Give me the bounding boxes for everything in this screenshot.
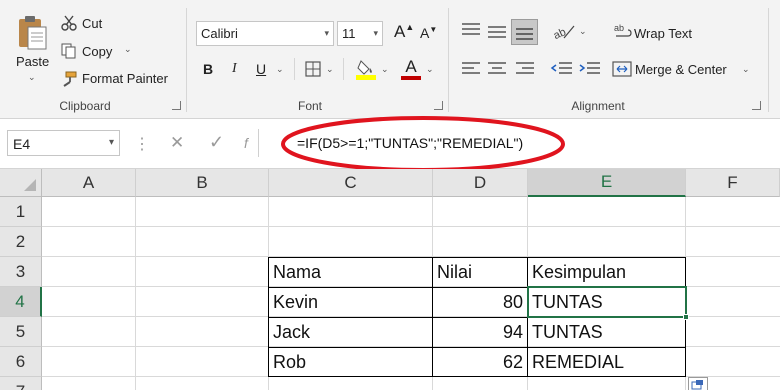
active-cell-selection[interactable] <box>527 286 687 318</box>
cell-e3[interactable]: Kesimpulan <box>528 258 685 287</box>
worksheet-grid[interactable]: A B C D E F 1 2 3 4 5 6 7 Nama Nilai Kes… <box>0 169 780 390</box>
column-header-d[interactable]: D <box>433 169 528 197</box>
column-header-f[interactable]: F <box>686 169 780 197</box>
row-header-3[interactable]: 3 <box>0 257 42 287</box>
row-header-6[interactable]: 6 <box>0 347 42 377</box>
fill-handle[interactable] <box>683 314 689 320</box>
row-header-1[interactable]: 1 <box>0 197 42 227</box>
column-header-b[interactable]: B <box>136 169 269 197</box>
quick-analysis-icon[interactable] <box>688 377 708 390</box>
gridline <box>42 226 780 227</box>
cell-d6[interactable]: 62 <box>433 348 527 376</box>
cell-e6[interactable]: REMEDIAL <box>528 348 685 376</box>
cell-c3[interactable]: Nama <box>269 258 432 287</box>
cell-d4[interactable]: 80 <box>433 288 527 317</box>
cell-c4[interactable]: Kevin <box>269 288 432 317</box>
row-header-5[interactable]: 5 <box>0 317 42 347</box>
cell-e5[interactable]: TUNTAS <box>528 318 685 347</box>
cell-c6[interactable]: Rob <box>269 348 432 376</box>
table-border <box>268 376 686 377</box>
row-header-7[interactable]: 7 <box>0 377 42 390</box>
column-header-e[interactable]: E <box>528 169 686 197</box>
column-header-c[interactable]: C <box>269 169 433 197</box>
cell-d3[interactable]: Nilai <box>433 258 527 287</box>
row-header-4[interactable]: 4 <box>0 287 42 317</box>
cell-d5[interactable]: 94 <box>433 318 527 347</box>
select-all-corner[interactable] <box>0 169 42 197</box>
gridline <box>135 197 136 390</box>
column-header-a[interactable]: A <box>42 169 136 197</box>
row-header-2[interactable]: 2 <box>0 227 42 257</box>
cell-c5[interactable]: Jack <box>269 318 432 347</box>
